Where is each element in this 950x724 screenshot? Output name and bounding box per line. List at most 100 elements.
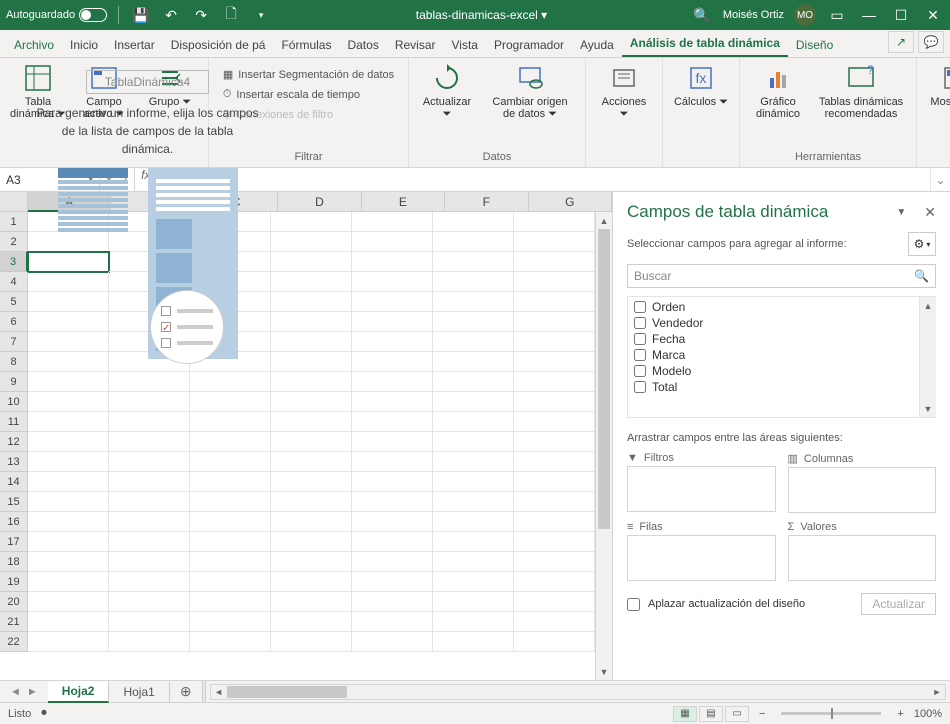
cell[interactable] [514,212,595,232]
cell[interactable] [433,412,514,432]
row-header[interactable]: 5 [0,292,28,312]
row-header[interactable]: 21 [0,612,28,632]
cell[interactable] [28,572,109,592]
tab-revisar[interactable]: Revisar [387,33,444,57]
cell[interactable] [271,552,352,572]
field-item[interactable]: Modelo [630,363,934,379]
tab-disposicion[interactable]: Disposición de pá [163,33,274,57]
cell[interactable] [271,412,352,432]
cell[interactable] [352,432,433,452]
row-header[interactable]: 3 [0,252,28,272]
cell[interactable] [190,492,271,512]
cell[interactable] [352,332,433,352]
cell[interactable] [433,212,514,232]
sheet-nav-next-icon[interactable]: ► [27,686,38,698]
refresh-button[interactable]: Actualizar ⏷ [419,62,475,121]
cell[interactable] [352,372,433,392]
tab-vista[interactable]: Vista [444,33,486,57]
cell[interactable] [433,492,514,512]
cell[interactable] [190,592,271,612]
row-header[interactable]: 12 [0,432,28,452]
cell[interactable] [433,332,514,352]
tab-analisis-tabla-dinamica[interactable]: Análisis de tabla dinámica [622,31,788,57]
cell[interactable] [514,232,595,252]
cell[interactable] [28,412,109,432]
row-header[interactable]: 17 [0,532,28,552]
scroll-thumb[interactable] [598,229,610,529]
cell[interactable] [109,552,190,572]
cell[interactable] [433,372,514,392]
cell[interactable] [514,452,595,472]
cell[interactable] [352,632,433,652]
cell[interactable] [190,552,271,572]
pane-options-dropdown-icon[interactable]: ▼ [896,207,906,218]
cell[interactable] [514,632,595,652]
field-list-scrollbar[interactable]: ▲ ▼ [919,297,936,417]
cell[interactable] [352,232,433,252]
field-checkbox[interactable] [634,381,646,393]
cell[interactable] [271,592,352,612]
cell[interactable] [109,572,190,592]
cell[interactable] [28,432,109,452]
cell[interactable] [109,612,190,632]
field-search-input[interactable]: Buscar 🔍 [627,264,936,288]
cell[interactable] [28,532,109,552]
row-header[interactable]: 20 [0,592,28,612]
cell[interactable] [433,352,514,372]
cell[interactable] [271,472,352,492]
tab-archivo[interactable]: Archivo [6,33,62,57]
sheet-tab-hoja1[interactable]: Hoja1 [109,682,169,702]
cell[interactable] [28,372,109,392]
cell[interactable] [271,312,352,332]
cell[interactable] [514,432,595,452]
actions-button[interactable]: Acciones ⏷ [596,62,652,121]
cell[interactable] [433,392,514,412]
row-header[interactable]: 14 [0,472,28,492]
col-header-D[interactable]: D [278,192,361,212]
cell[interactable] [352,472,433,492]
row-header[interactable]: 7 [0,332,28,352]
cell[interactable] [109,392,190,412]
cell[interactable] [190,432,271,452]
cell[interactable] [271,272,352,292]
row-header[interactable]: 2 [0,232,28,252]
cell[interactable] [433,572,514,592]
cell[interactable] [271,292,352,312]
cell[interactable] [433,252,514,272]
cell[interactable] [28,632,109,652]
field-list[interactable]: OrdenVendedorFechaMarcaModeloTotal ▲ ▼ [627,296,936,418]
cell[interactable] [433,232,514,252]
cell[interactable] [352,552,433,572]
cell[interactable] [352,572,433,592]
cell[interactable] [514,372,595,392]
vertical-scrollbar[interactable]: ▲ ▼ [595,212,612,680]
cell[interactable] [271,392,352,412]
cell[interactable] [28,452,109,472]
field-checkbox[interactable] [634,365,646,377]
cell[interactable] [190,532,271,552]
pane-close-icon[interactable]: ✕ [924,204,936,221]
cell[interactable] [433,632,514,652]
area-columns-drop[interactable] [788,467,937,513]
tab-insertar[interactable]: Insertar [106,33,163,57]
share-icon[interactable]: ↗ [888,31,914,53]
cell[interactable] [271,352,352,372]
field-item[interactable]: Orden [630,299,934,315]
cell[interactable] [514,392,595,412]
cell[interactable] [514,572,595,592]
cell[interactable] [271,512,352,532]
tab-ayuda[interactable]: Ayuda [572,33,622,57]
row-header[interactable]: 11 [0,412,28,432]
cell[interactable] [433,552,514,572]
field-checkbox[interactable] [634,333,646,345]
user-avatar[interactable]: MO [794,4,816,26]
recommended-pivots-button[interactable]: ? Tablas dinámicas recomendadas [816,62,906,120]
page-break-view-icon[interactable]: ▭ [725,706,749,722]
cell[interactable] [352,592,433,612]
col-header-E[interactable]: E [362,192,445,212]
cell[interactable] [271,372,352,392]
field-item[interactable]: Marca [630,347,934,363]
tab-inicio[interactable]: Inicio [62,33,106,57]
cell[interactable] [271,232,352,252]
pane-gear-button[interactable]: ⚙▾ [908,232,936,256]
